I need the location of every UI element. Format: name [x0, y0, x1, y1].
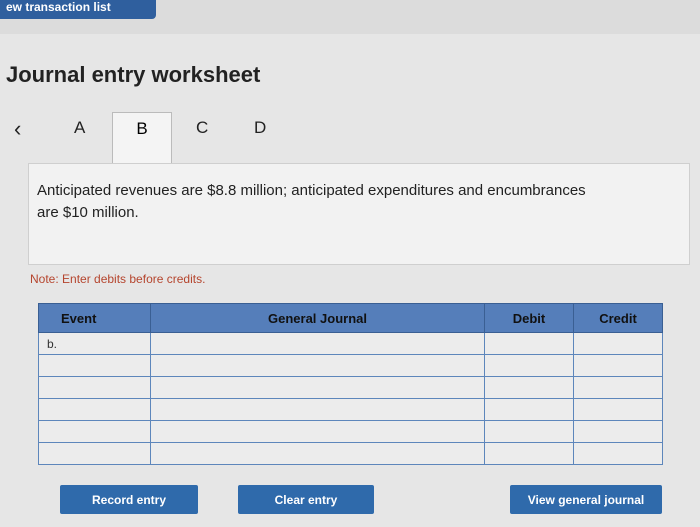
credit-cell[interactable] — [573, 376, 663, 399]
tab-b[interactable]: B — [112, 112, 172, 164]
debit-cell[interactable] — [484, 398, 574, 421]
general-journal-cell[interactable] — [150, 354, 485, 377]
view-general-journal-button[interactable]: View general journal — [510, 485, 662, 514]
general-journal-cell[interactable] — [150, 442, 485, 465]
tab-strip: ‹ A B C D — [10, 112, 690, 164]
problem-panel: Anticipated revenues are $8.8 million; a… — [28, 163, 690, 265]
tab-a[interactable]: A — [74, 118, 85, 138]
debit-header: Debit — [484, 303, 574, 333]
credit-cell[interactable] — [573, 420, 663, 443]
tab-d[interactable]: D — [254, 118, 266, 138]
page-title: Journal entry worksheet — [6, 62, 261, 87]
debit-cell[interactable] — [484, 420, 574, 443]
clear-entry-button[interactable]: Clear entry — [238, 485, 374, 514]
debit-cell[interactable] — [484, 442, 574, 465]
credit-cell[interactable] — [573, 354, 663, 377]
problem-text: Anticipated revenues are $8.8 million; a… — [37, 182, 586, 221]
credit-cell[interactable] — [573, 442, 663, 465]
general-journal-cell[interactable] — [150, 420, 485, 443]
general-journal-cell[interactable] — [150, 332, 485, 355]
table-row: b. — [38, 332, 663, 355]
event-cell: b. — [38, 332, 151, 355]
credit-cell[interactable] — [573, 332, 663, 355]
transaction-list-button[interactable]: ew transaction list — [0, 0, 156, 19]
note-text: Note: Enter debits before credits. — [30, 272, 206, 286]
event-cell — [38, 376, 151, 399]
credit-cell[interactable] — [573, 398, 663, 421]
journal-table: Event General Journal Debit Credit b. — [38, 303, 663, 465]
tab-b-label: B — [136, 119, 148, 138]
table-row — [38, 354, 663, 377]
debit-cell[interactable] — [484, 332, 574, 355]
credit-header: Credit — [573, 303, 663, 333]
table-row — [38, 398, 663, 421]
event-header: Event — [38, 303, 151, 333]
tab-c[interactable]: C — [196, 118, 208, 138]
event-cell — [38, 420, 151, 443]
record-entry-button[interactable]: Record entry — [60, 485, 198, 514]
top-bar: ew transaction list — [0, 0, 700, 34]
event-cell — [38, 398, 151, 421]
debit-cell[interactable] — [484, 354, 574, 377]
table-row — [38, 420, 663, 443]
event-cell — [38, 354, 151, 377]
table-row — [38, 442, 663, 465]
debit-cell[interactable] — [484, 376, 574, 399]
table-row — [38, 376, 663, 399]
general-journal-cell[interactable] — [150, 376, 485, 399]
general-journal-header: General Journal — [150, 303, 485, 333]
chevron-left-icon[interactable]: ‹ — [14, 116, 21, 142]
event-cell — [38, 442, 151, 465]
general-journal-cell[interactable] — [150, 398, 485, 421]
